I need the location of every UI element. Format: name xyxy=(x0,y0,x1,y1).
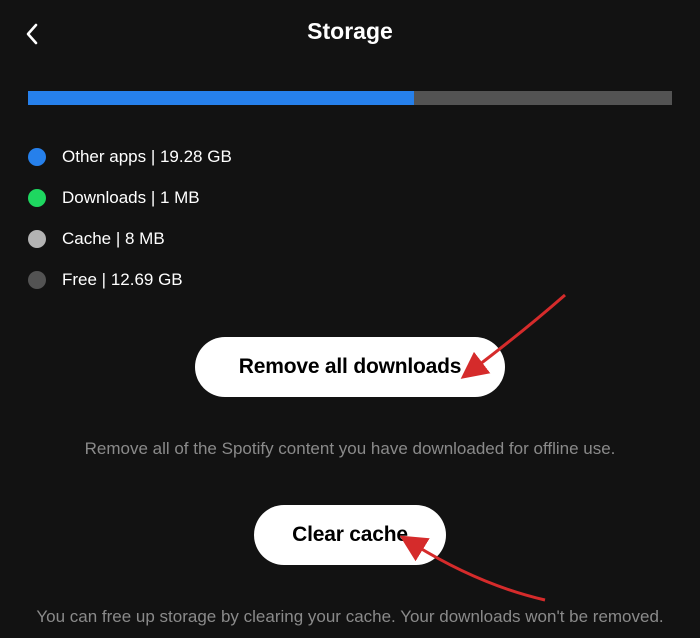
legend-label: Other apps | 19.28 GB xyxy=(62,147,232,167)
legend-item-cache: Cache | 8 MB xyxy=(28,229,700,249)
legend-label: Cache | 8 MB xyxy=(62,229,165,249)
storage-progress-bar xyxy=(28,91,672,105)
remove-downloads-description: Remove all of the Spotify content you ha… xyxy=(63,437,638,461)
dot-icon xyxy=(28,148,46,166)
legend-label: Free | 12.69 GB xyxy=(62,270,183,290)
clear-cache-button[interactable]: Clear cache xyxy=(254,505,446,565)
legend-label: Downloads | 1 MB xyxy=(62,188,200,208)
page-title: Storage xyxy=(20,18,680,45)
dot-icon xyxy=(28,230,46,248)
dot-icon xyxy=(28,189,46,207)
storage-legend: Other apps | 19.28 GB Downloads | 1 MB C… xyxy=(28,147,700,290)
remove-all-downloads-button[interactable]: Remove all downloads xyxy=(195,337,505,397)
legend-item-other-apps: Other apps | 19.28 GB xyxy=(28,147,700,167)
legend-item-free: Free | 12.69 GB xyxy=(28,270,700,290)
legend-item-downloads: Downloads | 1 MB xyxy=(28,188,700,208)
dot-icon xyxy=(28,271,46,289)
back-icon[interactable] xyxy=(24,22,40,51)
clear-cache-description: You can free up storage by clearing your… xyxy=(14,605,685,629)
storage-progress-fill xyxy=(28,91,414,105)
